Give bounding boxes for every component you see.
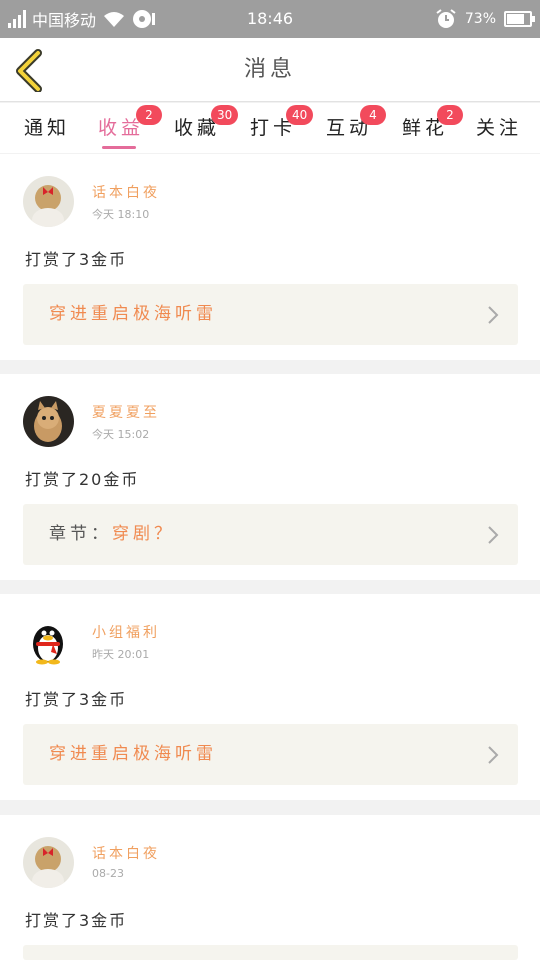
- message-time: 今天 18:10: [92, 208, 150, 221]
- page-title: 消息: [243, 57, 296, 82]
- tab-bar: 通知 收益 2 收藏 30 打卡 40 互动 4 鲜花 2 关注: [0, 103, 540, 153]
- message-text: 打赏了3金币: [25, 911, 128, 930]
- avatar[interactable]: [23, 176, 74, 227]
- book-link[interactable]: 穿进重启极海听雷: [23, 724, 518, 785]
- chapter-link[interactable]: 章节：穿剧？: [23, 504, 518, 565]
- ref-title: 穿剧？: [112, 524, 175, 544]
- tab-earnings[interactable]: 收益 2: [98, 105, 162, 153]
- message-card: 小组福利 昨天 20:01 打赏了3金币 穿进重启极海听雷: [0, 594, 540, 800]
- tab-badge: 2: [136, 105, 162, 125]
- status-bar: 中国移动 18:46 73%: [0, 0, 540, 38]
- tab-follow[interactable]: 关注: [476, 113, 522, 153]
- message-text: 打赏了3金币: [25, 690, 128, 709]
- sender-name[interactable]: 话本白夜: [92, 182, 160, 202]
- tab-badge: 30: [211, 105, 239, 125]
- avatar[interactable]: [23, 396, 74, 447]
- tab-checkin[interactable]: 打卡 40: [250, 105, 314, 153]
- avatar[interactable]: [23, 616, 74, 667]
- ref-title: 穿进重启极海听雷: [49, 304, 217, 324]
- tab-badge: 2: [437, 105, 463, 125]
- message-card: 夏夏夏至 今天 15:02 打赏了20金币 章节：穿剧？: [0, 374, 540, 580]
- tab-label: 关注: [476, 117, 523, 139]
- sender-name[interactable]: 夏夏夏至: [92, 402, 160, 422]
- chevron-right-icon: [488, 746, 499, 764]
- sender-name[interactable]: 小组福利: [92, 622, 160, 642]
- message-time: 昨天 20:01: [92, 648, 150, 661]
- tab-badge: 4: [360, 105, 386, 125]
- tab-badge: 40: [286, 105, 314, 125]
- alarm-icon: [436, 9, 456, 28]
- message-time: 08-23: [92, 867, 124, 880]
- chevron-right-icon: [488, 306, 499, 324]
- sender-name[interactable]: 话本白夜: [92, 843, 160, 863]
- tab-interaction[interactable]: 互动 4: [326, 105, 386, 153]
- tab-label: 通知: [24, 117, 71, 139]
- ref-title: 穿进重启极海听雷: [49, 744, 217, 764]
- tab-notice[interactable]: 通知: [24, 113, 70, 153]
- tab-flowers[interactable]: 鲜花 2: [402, 105, 463, 153]
- navigation-header: 消息: [0, 38, 540, 102]
- battery-percent: 73%: [464, 11, 496, 27]
- book-link[interactable]: 穿进重启极海听雷: [23, 284, 518, 345]
- active-tab-indicator: [102, 146, 137, 149]
- avatar[interactable]: [23, 837, 74, 888]
- message-text: 打赏了3金币: [25, 250, 128, 269]
- message-time: 今天 15:02: [92, 428, 150, 441]
- message-text: 打赏了20金币: [25, 470, 140, 489]
- chevron-right-icon: [488, 526, 499, 544]
- message-card: 话本白夜 08-23 打赏了3金币: [0, 815, 540, 960]
- battery-icon: [504, 11, 535, 27]
- tab-favorites[interactable]: 收藏 30: [174, 105, 239, 153]
- ref-label: 章节：: [49, 524, 112, 544]
- message-card: 话本白夜 今天 18:10 打赏了3金币 穿进重启极海听雷: [0, 154, 540, 360]
- book-link[interactable]: [23, 945, 518, 960]
